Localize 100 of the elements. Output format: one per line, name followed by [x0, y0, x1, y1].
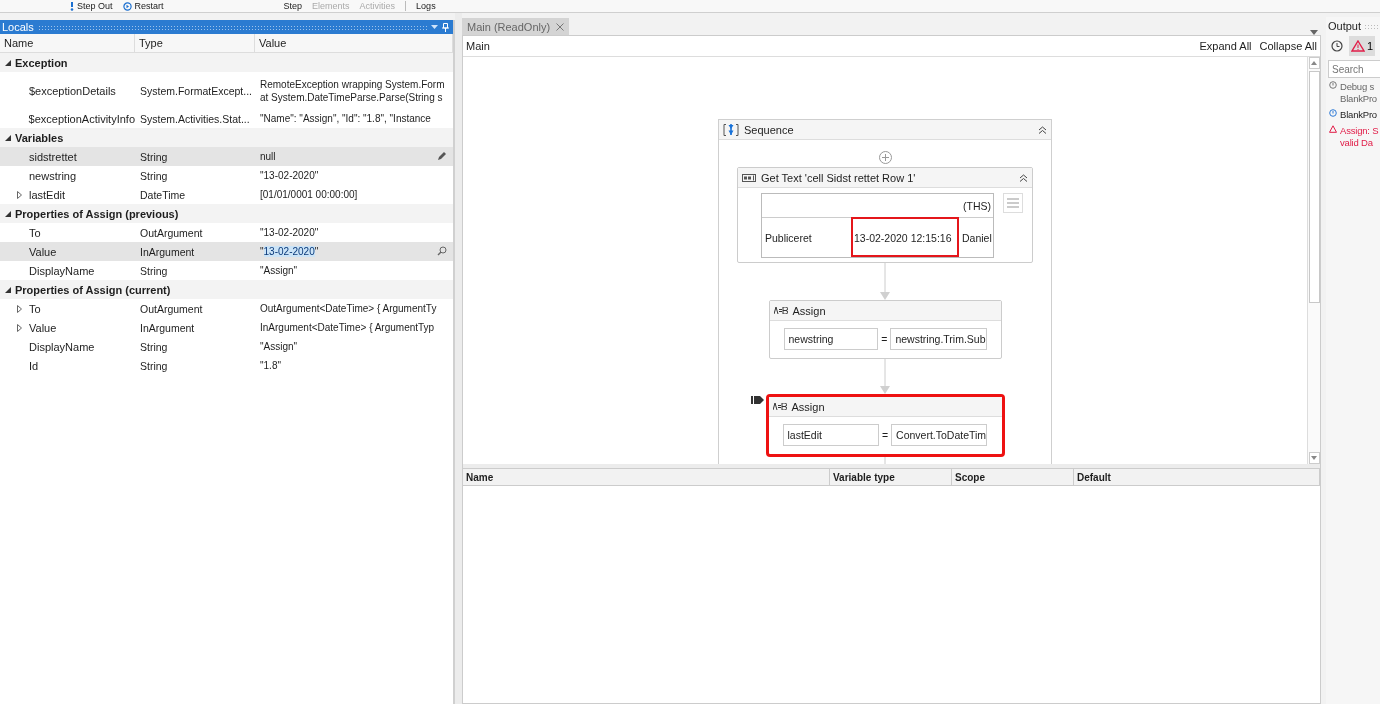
- column-header[interactable]: Type: [135, 34, 255, 52]
- assign-target-field[interactable]: newstring: [783, 328, 879, 350]
- collapse-all-link[interactable]: Collapse All: [1259, 40, 1317, 52]
- group-label: Properties of Assign (previous): [15, 207, 179, 220]
- add-icon[interactable]: [878, 151, 892, 164]
- value-cell-text: OutArgument<DateTime> { ArgumentTy: [259, 302, 437, 315]
- ribbon-tab[interactable]: Logs: [416, 1, 436, 11]
- close-icon[interactable]: [556, 22, 565, 31]
- name-cell: lastEdit: [29, 188, 66, 201]
- collapse-icon[interactable]: [5, 134, 11, 141]
- assign-icon: [772, 403, 787, 410]
- document-tab[interactable]: Main (ReadOnly): [462, 18, 570, 35]
- value-cell-text: "13-02-2020": [259, 226, 319, 239]
- activity-card[interactable]: Get Text 'cell Sidst rettet Row 1' (THS) Publiceret 13-02-2020 12:15:16 Daniel: [737, 167, 1033, 263]
- type-cell-text: OutArgument: [139, 302, 203, 315]
- collapse-icon[interactable]: [5, 286, 11, 293]
- value-cell-text: "1.8": [259, 359, 281, 372]
- type-cell-text: InArgument: [139, 245, 195, 258]
- value-cell-text: "Name": "Assign", "Id": "1.8", "Instance: [259, 112, 431, 125]
- dropdown-icon[interactable]: [431, 25, 438, 29]
- name-cell: To: [29, 302, 41, 315]
- type-cell-text: String: [139, 264, 168, 277]
- activity-card[interactable]: Assign newstring = newstring.Trim.Sub: [768, 300, 1002, 359]
- expand-icon[interactable]: [17, 190, 22, 199]
- value-cell-text: [01/01/0001 00:00:00]: [259, 188, 358, 201]
- scroll-down-button[interactable]: [1308, 452, 1320, 464]
- name-cell: DisplayName: [29, 340, 95, 353]
- type-cell-text: String: [139, 150, 168, 163]
- value-cell-text: "Assign": [259, 264, 298, 277]
- activity-title: Assign: [791, 400, 826, 413]
- sequence-title: Sequence: [744, 123, 795, 136]
- pencil-icon[interactable]: [437, 151, 447, 161]
- column-header[interactable]: Variable type: [830, 469, 952, 485]
- preview-cell: Daniel: [959, 217, 993, 257]
- variable-row[interactable]: Value InArgument "13-02-2020": [0, 242, 453, 261]
- equals-sign: =: [881, 333, 888, 345]
- connector-arrow: [880, 359, 890, 394]
- activity-title: Assign: [792, 304, 827, 317]
- sequence-icon: [723, 123, 739, 136]
- assign-target-field[interactable]: lastEdit: [782, 424, 879, 446]
- value-cell-text: "Assign": [259, 340, 298, 353]
- activity-card[interactable]: Assign lastEdit = Convert.ToDateTim: [765, 394, 1005, 457]
- scroll-up-button[interactable]: [1308, 57, 1320, 69]
- type-cell-text: System.FormatExcept...: [139, 84, 253, 97]
- column-header[interactable]: Default: [1074, 469, 1320, 485]
- ribbon-tab[interactable]: Step: [283, 1, 303, 11]
- value-cell-text: "13-02-2020": [259, 169, 319, 182]
- column-header[interactable]: Scope: [952, 469, 1074, 485]
- log-message: Assign: S valid Da: [1340, 125, 1379, 149]
- arrow-up-icon: [1311, 61, 1317, 65]
- expand-icon[interactable]: [17, 304, 22, 313]
- value-cell-text: "13-02-2020": [259, 245, 319, 258]
- filter-button[interactable]: 1: [1349, 36, 1376, 56]
- group-label: Exception: [15, 56, 68, 69]
- panel-title: Locals: [2, 21, 34, 33]
- type-cell-text: String: [139, 359, 168, 372]
- search-icon[interactable]: [437, 246, 447, 256]
- collapse-icon[interactable]: [1019, 173, 1028, 182]
- name-cell: $exceptionDetails: [29, 84, 116, 97]
- expand-icon[interactable]: [17, 323, 22, 332]
- name-cell: $exceptionActivityInfo: [28, 112, 135, 125]
- toolbar-button[interactable]: Step Out: [70, 1, 113, 11]
- info-icon: [1329, 109, 1337, 117]
- preview-cell-text: (THS): [962, 198, 992, 214]
- name-cell: Value: [29, 245, 57, 258]
- collapse-icon[interactable]: [5, 210, 11, 217]
- collapse-icon[interactable]: [1038, 125, 1047, 134]
- name-cell: sidstrettet: [29, 150, 77, 163]
- assign-value-field[interactable]: Convert.ToDateTim: [891, 424, 988, 446]
- name-cell: Id: [29, 359, 39, 372]
- pin-icon[interactable]: [442, 22, 449, 32]
- column-header[interactable]: Value: [255, 34, 453, 52]
- collapse-icon[interactable]: [5, 59, 11, 66]
- column-header[interactable]: Name: [0, 34, 135, 52]
- activity-title: Get Text 'cell Sidst rettet Row 1': [761, 171, 917, 184]
- preview-cell: 13-02-2020 12:15:16: [851, 217, 959, 257]
- warning-icon: [1329, 125, 1337, 133]
- name-cell: DisplayName: [29, 264, 95, 277]
- search-field[interactable]: Search: [1328, 60, 1380, 78]
- text-field-icon: [742, 173, 756, 182]
- assign-icon: [773, 307, 788, 314]
- expand-all-link[interactable]: Expand All: [1199, 40, 1252, 52]
- variable-row[interactable]: sidstrettet String null: [0, 147, 453, 166]
- info-icon: [1329, 81, 1337, 89]
- breadcrumb[interactable]: Main: [466, 40, 490, 52]
- name-cell: Value: [29, 321, 57, 334]
- log-message: Debug s BlankPro: [1340, 81, 1377, 105]
- equals-sign: =: [881, 429, 889, 441]
- type-cell-text: String: [139, 340, 168, 353]
- value-cell-text: null: [259, 150, 276, 163]
- group-label: Variables: [15, 131, 64, 144]
- scrollbar-thumb[interactable]: [1308, 71, 1320, 303]
- preview-cell: Publiceret: [762, 217, 851, 257]
- toolbar-button[interactable]: Restart: [122, 1, 164, 11]
- log-message: BlankPro: [1340, 109, 1377, 121]
- value-cell-text: InArgument<DateTime> { ArgumentTyp: [259, 321, 435, 334]
- sequence-container[interactable]: Sequence Get Text 'cell Sidst rettet Row 1' (THS) Publiceret 13-02-2020 12:15:16 Daniel Assign newstring = newstring.Trim.Sub Assign lastEdit = Convert.ToDateTim: [718, 119, 1052, 464]
- connector-arrow: [880, 263, 890, 300]
- column-header[interactable]: Name: [463, 469, 830, 485]
- assign-value-field[interactable]: newstring.Trim.Sub: [890, 328, 987, 350]
